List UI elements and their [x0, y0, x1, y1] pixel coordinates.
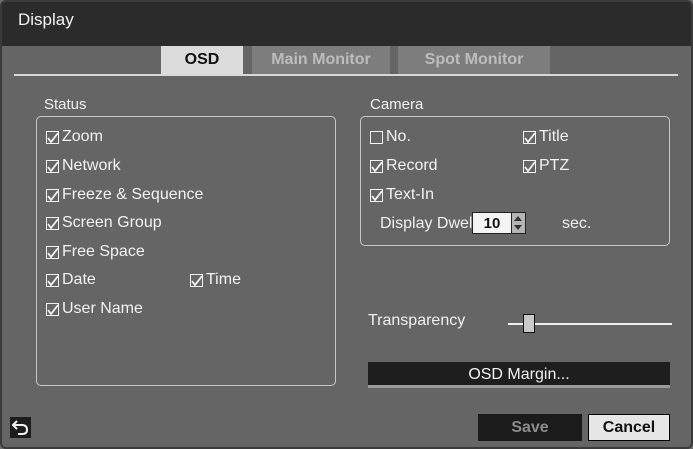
- checkbox-camera-ptz[interactable]: PTZ: [523, 157, 569, 175]
- checkbox-camera-no[interactable]: No.: [370, 128, 411, 146]
- checkbox-icon: [46, 188, 59, 202]
- checkbox-camera-title[interactable]: Title: [523, 128, 569, 146]
- checkbox-date[interactable]: Date: [46, 271, 96, 289]
- spinner-arrows[interactable]: [512, 212, 526, 234]
- checkbox-freeze-sequence[interactable]: Freeze & Sequence: [46, 186, 203, 204]
- checkbox-network[interactable]: Network: [46, 157, 121, 175]
- checkbox-user-name[interactable]: User Name: [46, 300, 143, 318]
- camera-section-label: Camera: [370, 96, 424, 113]
- display-dialog: Display OSD Main Monitor Spot Monitor St…: [0, 0, 693, 449]
- tab-main-monitor[interactable]: Main Monitor: [252, 46, 390, 74]
- checkbox-icon: [46, 245, 59, 259]
- checkbox-icon: [46, 302, 59, 316]
- down-arrow-icon[interactable]: [514, 225, 522, 230]
- transparency-label: Transparency: [368, 312, 466, 329]
- back-button[interactable]: [10, 417, 31, 438]
- checkbox-label: Zoom: [62, 128, 103, 145]
- checkbox-label: Time: [206, 271, 241, 288]
- transparency-slider-thumb[interactable]: [523, 314, 536, 333]
- checkbox-time[interactable]: Time: [190, 271, 241, 289]
- checkbox-icon: [46, 216, 59, 230]
- checkbox-label: Screen Group: [62, 214, 162, 231]
- tab-divider: [14, 74, 678, 76]
- checkbox-icon: [523, 130, 536, 144]
- checkbox-screen-group[interactable]: Screen Group: [46, 214, 162, 232]
- checkbox-camera-text-in[interactable]: Text-In: [370, 186, 434, 204]
- save-button[interactable]: Save: [478, 414, 582, 441]
- checkbox-label: Record: [386, 157, 438, 174]
- checkbox-label: Free Space: [62, 243, 145, 260]
- osd-margin-button[interactable]: OSD Margin...: [368, 362, 670, 388]
- checkbox-label: Text-In: [386, 186, 435, 203]
- status-section-label: Status: [44, 96, 87, 113]
- checkbox-label: Date: [62, 271, 96, 288]
- dwell-value[interactable]: 10: [472, 212, 512, 234]
- display-dwell-spinner[interactable]: 10: [472, 212, 526, 234]
- checkbox-icon: [523, 159, 536, 173]
- checkbox-label: PTZ: [539, 157, 570, 174]
- checkbox-icon: [370, 188, 383, 202]
- tab-osd[interactable]: OSD: [161, 46, 243, 74]
- checkbox-label: No.: [386, 128, 411, 145]
- checkbox-free-space[interactable]: Free Space: [46, 243, 145, 261]
- checkbox-label: Freeze & Sequence: [62, 186, 204, 203]
- checkbox-label: User Name: [62, 300, 143, 317]
- dialog-title: Display: [18, 10, 74, 29]
- checkbox-label: Network: [62, 157, 121, 174]
- cancel-button[interactable]: Cancel: [588, 414, 670, 441]
- checkbox-label: Title: [539, 128, 569, 145]
- up-arrow-icon[interactable]: [514, 216, 522, 221]
- checkbox-icon: [46, 159, 59, 173]
- checkbox-camera-record[interactable]: Record: [370, 157, 438, 175]
- checkbox-icon: [370, 159, 383, 173]
- dwell-unit-label: sec.: [562, 215, 592, 232]
- checkbox-zoom[interactable]: Zoom: [46, 128, 103, 146]
- tab-spot-monitor[interactable]: Spot Monitor: [398, 46, 550, 74]
- back-arrow-icon: [11, 420, 29, 435]
- display-dwell-label: Display Dwell: [380, 215, 477, 232]
- checkbox-icon: [190, 273, 203, 287]
- title-bar: Display: [2, 2, 691, 46]
- checkbox-icon: [46, 273, 59, 287]
- checkbox-icon: [46, 130, 59, 144]
- checkbox-icon: [370, 130, 383, 144]
